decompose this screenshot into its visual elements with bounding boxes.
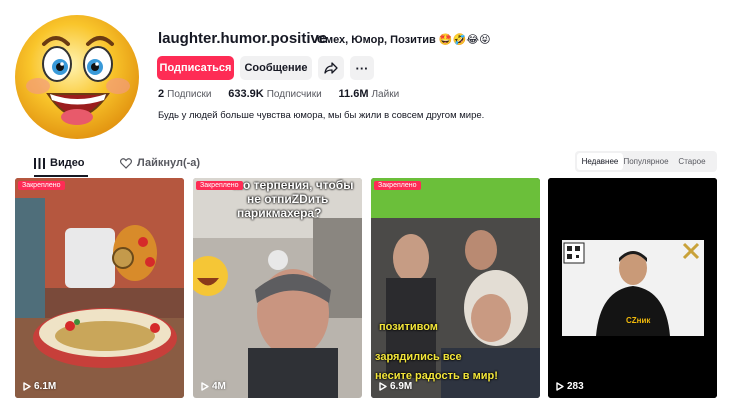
play-icon: [556, 382, 564, 391]
sort-popular[interactable]: Популярное: [623, 153, 669, 170]
view-count-value: 6.9M: [390, 381, 413, 392]
video-thumbnail: [371, 178, 540, 398]
video-caption: ...о терпения, чтобы не отпиZDить парикм…: [233, 178, 353, 220]
likes-count: 11.6M: [338, 88, 369, 100]
likes-label: Лайки: [371, 89, 400, 100]
avatar[interactable]: [14, 14, 140, 140]
sort-segmented-control: Недавнее Популярное Старое: [575, 151, 717, 172]
view-count: 4M: [201, 381, 226, 392]
grid-icon: [34, 157, 45, 169]
pinned-badge: Закреплено: [18, 181, 65, 190]
profile-bio: Будь у людей больше чувства юмора, мы бы…: [158, 110, 485, 121]
share-button[interactable]: [318, 56, 344, 80]
following-label[interactable]: Подписки: [167, 89, 211, 100]
tab-liked-label: Лайкнул(-а): [137, 157, 201, 169]
profile-stats: 2 Подписки 633.9K Подписчики 11.6M Лайки: [158, 88, 413, 100]
view-count-value: 283: [567, 381, 584, 392]
pinned-badge: Закреплено: [196, 181, 243, 190]
heart-outline-icon: [120, 157, 132, 169]
view-count: 6.9M: [379, 381, 412, 392]
following-count: 2: [158, 88, 165, 100]
followers-label[interactable]: Подписчики: [267, 89, 322, 100]
video-card[interactable]: Закреплено позитивом зарядились все неси…: [371, 178, 540, 398]
view-count-value: 6.1M: [34, 381, 57, 392]
pinned-badge: Закреплено: [374, 181, 421, 190]
play-icon: [201, 382, 209, 391]
follow-button[interactable]: Подписаться: [157, 56, 234, 80]
shirt-logo-text: CZник: [626, 316, 651, 325]
smiley-avatar-image: [15, 15, 139, 139]
play-icon: [379, 382, 387, 391]
video-card[interactable]: CZник 283: [548, 178, 717, 398]
share-icon: [324, 62, 338, 74]
caption-line: ...о терпения, чтобы: [233, 178, 354, 192]
view-count: 283: [556, 381, 584, 392]
video-thumbnail: [15, 178, 184, 398]
message-button[interactable]: Сообщение: [240, 56, 312, 80]
play-icon: [23, 382, 31, 391]
tab-videos-label: Видео: [50, 157, 85, 169]
display-name: Смех, Юмор, Позитив 🤩🤣😂😝: [317, 34, 491, 46]
tab-videos[interactable]: Видео: [34, 157, 85, 169]
video-card[interactable]: Закреплено ...о терпения, чтобы не отпиZ…: [193, 178, 362, 398]
sort-recent[interactable]: Недавнее: [577, 153, 623, 170]
more-dots-icon: ···: [355, 60, 369, 76]
video-thumbnail: [548, 178, 717, 398]
followers-count: 633.9K: [228, 88, 264, 100]
username: laughter.humor.positive: [158, 30, 328, 47]
caption-line: не отпиZDить: [247, 192, 329, 206]
tab-liked[interactable]: Лайкнул(-а): [120, 157, 200, 169]
video-card[interactable]: Закреплено 6.1M: [15, 178, 184, 398]
sort-oldest[interactable]: Старое: [669, 153, 715, 170]
caption-line: парикмахера?: [237, 206, 322, 220]
view-count-value: 4M: [212, 381, 226, 392]
active-tab-indicator: [34, 175, 88, 177]
video-caption-line: зарядились все: [375, 351, 462, 363]
video-caption-line: позитивом: [379, 321, 438, 333]
view-count: 6.1M: [23, 381, 56, 392]
more-options-button[interactable]: ···: [350, 56, 374, 80]
